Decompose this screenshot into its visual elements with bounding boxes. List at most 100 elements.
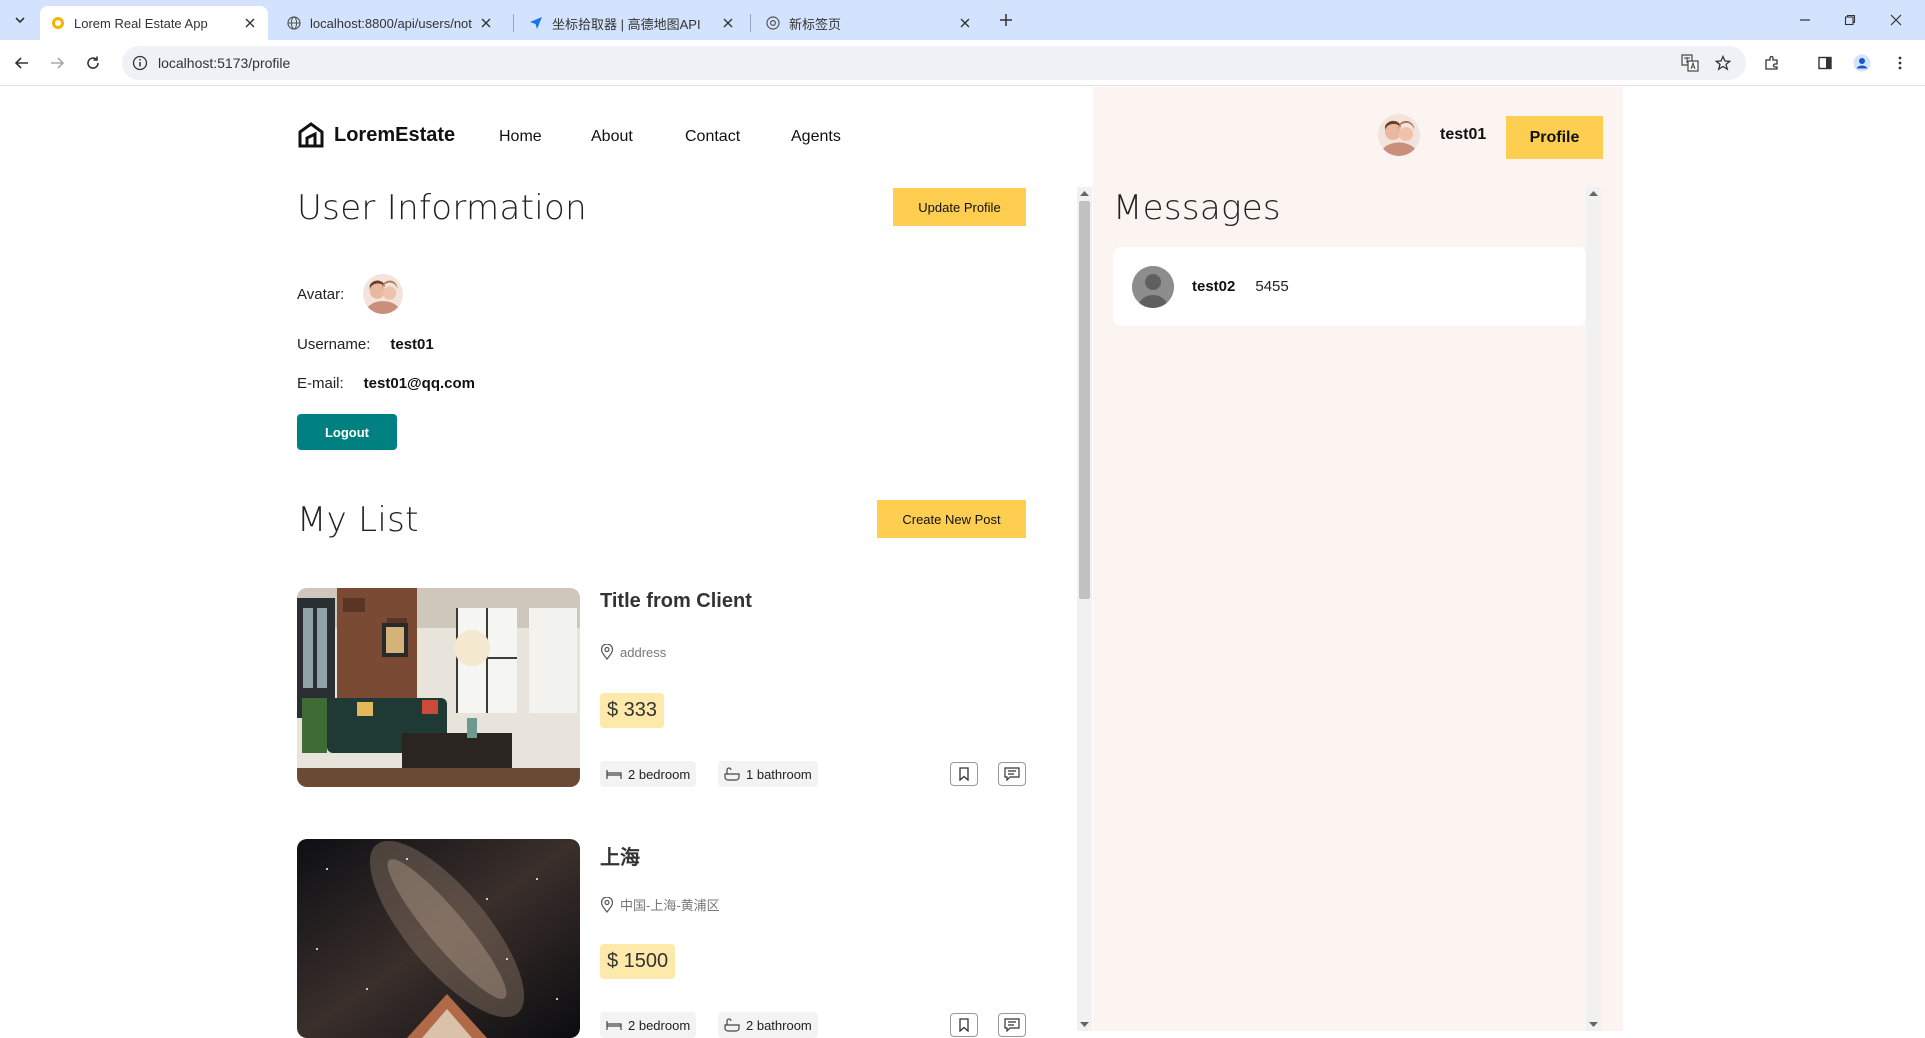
tab-separator <box>750 14 751 32</box>
chat-post-button[interactable] <box>998 762 1026 786</box>
header-user: test01 <box>1378 114 1486 156</box>
bathroom-text: 1 bathroom <box>746 766 812 782</box>
forward-button[interactable] <box>45 51 69 75</box>
save-post-button[interactable] <box>950 1013 978 1037</box>
nav-agents[interactable]: Agents <box>791 128 841 146</box>
tab-lorem-real-estate[interactable]: Lorem Real Estate App <box>40 6 268 40</box>
scroll-thumb[interactable] <box>1079 201 1090 599</box>
message-preview: 5455 <box>1255 278 1289 295</box>
post-image[interactable] <box>297 588 580 787</box>
messages-heading: Messages <box>1113 188 1281 228</box>
logout-button[interactable]: Logout <box>297 414 397 450</box>
tab-title: localhost:8800/api/users/not <box>310 15 472 31</box>
browser-toolbar: localhost:5173/profile <box>0 40 1925 86</box>
extensions-button[interactable] <box>1760 51 1784 75</box>
chat-panel-background <box>1093 87 1623 1031</box>
tab-search-button[interactable] <box>8 8 32 32</box>
bathroom-feature: 1 bathroom <box>718 761 818 787</box>
bookmark-icon <box>959 767 969 781</box>
user-info-heading: User Information <box>297 188 587 228</box>
profile-button[interactable]: Profile <box>1506 116 1603 159</box>
app-favicon-icon <box>50 15 66 31</box>
email-label: E-mail: <box>297 375 344 392</box>
scroll-down-icon[interactable] <box>1080 1021 1089 1029</box>
nav-contact[interactable]: Contact <box>685 128 740 146</box>
message-item[interactable]: test02 5455 <box>1113 247 1586 326</box>
save-post-button[interactable] <box>950 762 978 786</box>
close-tab-icon[interactable] <box>720 15 736 31</box>
bookmark-icon <box>959 1018 969 1032</box>
nav-home[interactable]: Home <box>499 128 542 146</box>
side-panel-button[interactable] <box>1813 51 1837 75</box>
bedroom-text: 2 bedroom <box>628 1017 691 1033</box>
reload-icon <box>87 56 99 69</box>
bed-icon <box>606 1021 622 1030</box>
close-icon <box>1890 14 1902 26</box>
side-panel-icon <box>1818 56 1832 70</box>
scroll-up-icon[interactable] <box>1589 189 1598 197</box>
tab-new-tab[interactable]: 新标签页 <box>755 6 983 40</box>
browser-menu-button[interactable] <box>1888 51 1912 75</box>
site-logo[interactable]: LoremEstate <box>296 120 455 150</box>
username-row: Username: test01 <box>297 336 434 353</box>
avatar-row: Avatar: <box>297 274 404 314</box>
nav-about[interactable]: About <box>591 128 633 146</box>
avatar <box>363 274 404 314</box>
scroll-up-icon[interactable] <box>1080 189 1089 197</box>
page-content: LoremEstate Home About Contact Agents te… <box>0 87 1925 1038</box>
bookmark-star-button[interactable] <box>1711 51 1735 75</box>
restore-button[interactable] <box>1827 0 1873 40</box>
arrow-right-icon <box>51 57 65 69</box>
post-address-text: address <box>620 644 667 660</box>
create-post-button[interactable]: Create New Post <box>877 500 1026 538</box>
close-tab-icon[interactable] <box>478 15 494 31</box>
post-address: 中国-上海-黄浦区 <box>600 895 720 914</box>
list-scrollbar[interactable] <box>1077 187 1092 1031</box>
post-card: Title from Client address $ 333 2 bedroo… <box>297 588 1027 787</box>
scroll-down-icon[interactable] <box>1589 1021 1598 1029</box>
username-value: test01 <box>390 336 434 353</box>
back-button[interactable] <box>10 51 34 75</box>
chat-icon <box>1004 1018 1020 1032</box>
tab-title: 坐标拾取器 | 高德地图API <box>552 16 701 32</box>
tab-amap-picker[interactable]: 坐标拾取器 | 高德地图API <box>518 6 746 40</box>
post-title[interactable]: Title from Client <box>600 590 752 613</box>
location-pin-icon <box>600 896 614 913</box>
site-info-icon[interactable] <box>132 55 148 71</box>
post-card: 上海 中国-上海-黄浦区 $ 1500 2 bedroom 2 bathroom <box>297 839 1027 1038</box>
bath-icon <box>724 767 740 781</box>
minimize-icon <box>1800 19 1810 21</box>
tab-api-users[interactable]: localhost:8800/api/users/not <box>276 6 504 40</box>
post-title[interactable]: 上海 <box>600 841 640 870</box>
bedroom-feature: 2 bedroom <box>600 761 697 787</box>
translate-icon <box>1681 54 1699 72</box>
translate-button[interactable] <box>1678 51 1702 75</box>
arrow-left-icon <box>14 57 28 69</box>
reload-button[interactable] <box>81 51 105 75</box>
email-row: E-mail: test01@qq.com <box>297 375 475 392</box>
avatar <box>1378 114 1420 156</box>
globe-icon <box>286 15 302 31</box>
tab-title: 新标签页 <box>789 16 842 32</box>
restore-icon <box>1844 14 1856 26</box>
profile-avatar-button[interactable] <box>1850 51 1874 75</box>
tab-title: Lorem Real Estate App <box>74 15 208 31</box>
close-window-button[interactable] <box>1873 0 1919 40</box>
address-bar[interactable]: localhost:5173/profile <box>122 46 1746 80</box>
messages-scrollbar[interactable] <box>1586 187 1601 1031</box>
post-price: $ 333 <box>600 693 665 728</box>
close-tab-icon[interactable] <box>242 15 258 31</box>
update-profile-button[interactable]: Update Profile <box>893 188 1026 226</box>
close-tab-icon[interactable] <box>957 15 973 31</box>
new-tab-button[interactable] <box>994 8 1018 32</box>
my-list-heading: My List <box>297 500 419 540</box>
tab-separator <box>513 14 514 32</box>
bedroom-feature: 2 bedroom <box>600 1012 697 1038</box>
chat-post-button[interactable] <box>998 1013 1026 1037</box>
minimize-button[interactable] <box>1782 0 1828 40</box>
more-vertical-icon <box>1898 56 1902 70</box>
bathroom-text: 2 bathroom <box>746 1017 812 1033</box>
post-image[interactable] <box>297 839 580 1038</box>
send-icon <box>528 15 544 31</box>
bedroom-text: 2 bedroom <box>628 766 691 782</box>
